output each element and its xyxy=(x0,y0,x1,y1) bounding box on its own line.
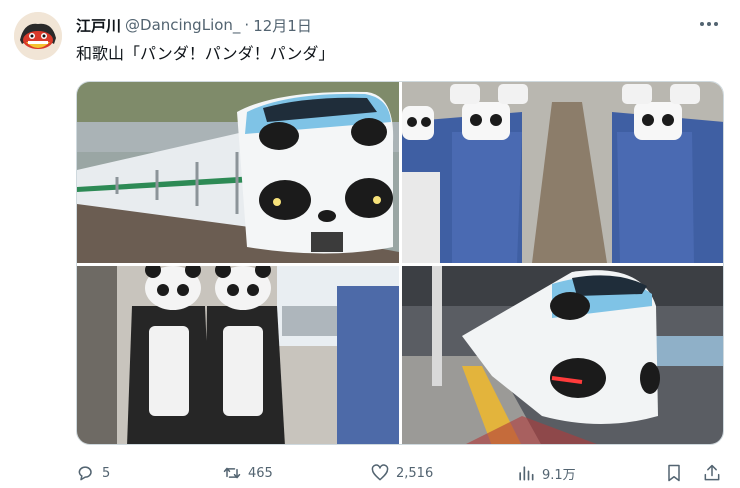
display-name[interactable]: 江戸川 xyxy=(76,15,121,36)
reply-icon xyxy=(78,466,92,481)
tweet-text: 和歌山「パンダ！パンダ！パンダ」 xyxy=(76,44,335,63)
avatar[interactable] xyxy=(14,12,62,60)
headrest-seats-photo xyxy=(402,82,723,263)
retweet-icon xyxy=(223,467,241,479)
tweet-date[interactable]: 12月1日 xyxy=(253,15,312,36)
share-button[interactable] xyxy=(702,460,722,486)
view-count: 9.1万 xyxy=(542,467,576,483)
media-photo-3[interactable] xyxy=(77,266,399,444)
green-seats-photo xyxy=(77,266,399,444)
retweet-button[interactable]: 465 xyxy=(222,460,273,486)
train-platform-photo xyxy=(402,266,723,444)
action-bar: 5 465 2,516 9.1万 xyxy=(76,458,726,488)
tweet-header: 江戸川 @DancingLion_ · 12月1日 xyxy=(76,14,720,36)
views-icon xyxy=(519,466,534,481)
views-button[interactable]: 9.1万 xyxy=(516,460,576,486)
media-photo-4[interactable] xyxy=(402,266,723,444)
separator-dot: · xyxy=(244,16,250,34)
media-photo-1[interactable] xyxy=(77,82,399,263)
like-count: 2,516 xyxy=(396,465,434,481)
lion-dance-avatar-icon xyxy=(14,12,62,60)
reply-count: 5 xyxy=(102,465,111,481)
retweet-count: 465 xyxy=(248,465,273,481)
media-photo-2[interactable] xyxy=(402,82,723,263)
like-icon xyxy=(371,464,389,481)
media-grid xyxy=(76,81,724,445)
train-front-photo xyxy=(77,82,399,263)
more-icon[interactable] xyxy=(700,14,722,34)
bookmark-button[interactable] xyxy=(664,460,684,486)
user-handle[interactable]: @DancingLion_ xyxy=(125,16,240,34)
like-button[interactable]: 2,516 xyxy=(370,460,433,486)
reply-button[interactable]: 5 xyxy=(76,460,110,486)
bookmark-icon xyxy=(668,464,680,482)
share-icon xyxy=(704,464,720,481)
